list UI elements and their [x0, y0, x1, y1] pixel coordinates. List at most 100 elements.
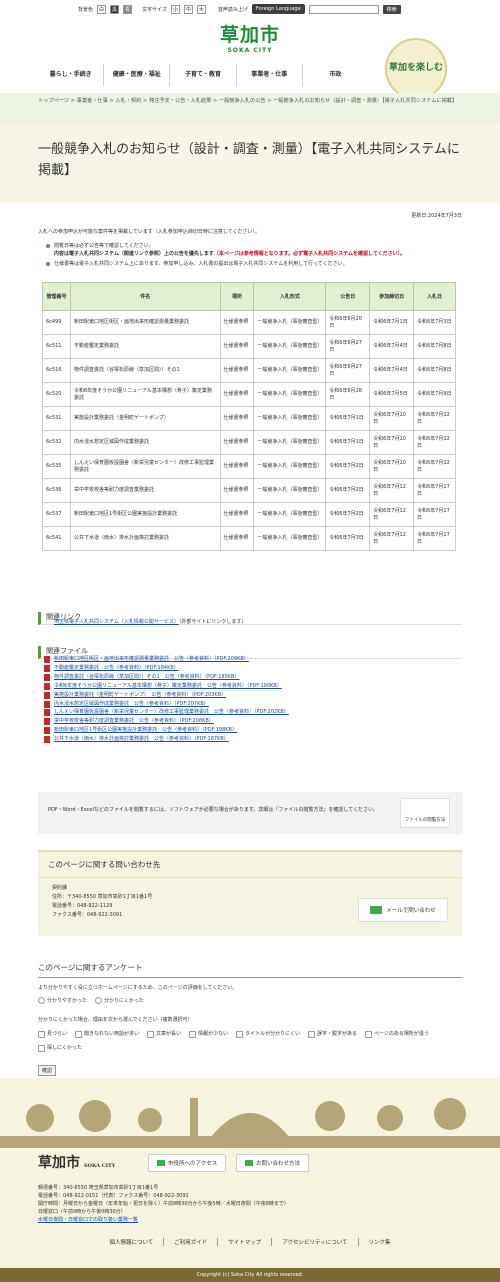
- table-cell: 令和6年7月12日: [369, 526, 415, 551]
- table-cell: 6c536: [42, 478, 71, 503]
- pdf-file-link[interactable]: 不動産鑑定業務委託 公告（参考資料）（PDF:184KB）: [54, 665, 179, 671]
- contact-heading: このページに関する問い合わせ先: [38, 852, 462, 878]
- reason-checkbox[interactable]: 誤字・脱字がある: [308, 1029, 357, 1040]
- site-logo[interactable]: 草加市 SOKA CITY: [200, 20, 300, 62]
- table-cell: 令和6年7月1日: [369, 310, 415, 335]
- table-row: 6c537 新田駅東口地区1号街区公園実施設計業務委託 仕様書参照 一般競争入札（事後…: [42, 502, 456, 527]
- inquiry-method-button[interactable]: お問い合わせ方法: [236, 1154, 310, 1172]
- table-cell: 令和6年7月8日: [413, 334, 456, 359]
- pdf-file-link[interactable]: 新田駅東口地区1号街区公園実施設計業務委託 公告（参考資料）（PDF:198KB…: [54, 727, 237, 733]
- footer-hours-link[interactable]: 水曜日夜間・日曜窓口での取り扱い業務一覧: [38, 1217, 138, 1223]
- table-row: 6c541 公共下水道（雨水）排水計画検討業務委託 仕様書参照 一般競争入札（事後審査…: [42, 526, 456, 551]
- pdf-file-link[interactable]: 物件調査委託（谷塚松原線（草加区間））その1 公告（参考資料）（PDF:185K…: [54, 674, 239, 680]
- note-item: 閲覧日等は必ず公告等で確認してください。 内容は電子入札共同システム（関連リンク参…: [46, 242, 456, 258]
- table-cell: 令和6年7月10日: [369, 454, 415, 479]
- table-cell: 仕様書参照: [219, 334, 255, 359]
- font-small-button[interactable]: 小: [170, 4, 180, 14]
- pdf-file-link[interactable]: 令和6年度そうか公園リニューアル基本構想（骨子）策定業務委託 公告（参考資料）（…: [54, 683, 282, 689]
- updated-date: 更新日:2024年7月3日: [411, 213, 462, 219]
- table-cell: 仕様書参照: [219, 406, 255, 431]
- bg-blue-button[interactable]: 青: [123, 4, 133, 14]
- table-cell: 一般競争入札（事後審査型）: [253, 358, 327, 383]
- font-medium-button[interactable]: 中: [183, 4, 193, 14]
- pdf-file-link[interactable]: 実施設計業務委託（金明町ゲートポンプ） 公告（参考資料）（PDF:203KB）: [54, 692, 226, 698]
- table-cell: 仕様書参照: [219, 478, 255, 503]
- logo-kanji: 草加市: [219, 24, 280, 46]
- related-links: 関連リンク 埼玉県電子入札共同システム（入札情報公開サービス）（外部サイトにリン…: [38, 612, 462, 626]
- pdf-file-link[interactable]: 栄中学校校舎等耐力度調査業務委託 公告（参考資料）（PDF:208KB）: [54, 718, 214, 724]
- table-cell: 令和6年6月27日: [325, 358, 371, 383]
- radio-clear[interactable]: 分かりやすかった: [38, 997, 87, 1004]
- gnav-item-kids[interactable]: 子育て・教育: [170, 64, 237, 86]
- table-cell: 一般競争入札（事後審査型）: [253, 454, 327, 479]
- gnav-item-city[interactable]: 市政: [303, 64, 368, 86]
- table-cell: 6c532: [42, 430, 71, 455]
- table-row: 6c511 不動産鑑定業務委託 仕様書参照 一般競争入札（事後審査型） 令和6年6月27…: [42, 334, 456, 359]
- table-cell: 仕様書参照: [219, 454, 255, 479]
- breadcrumb[interactable]: トップページ > 事業者・仕事 > 入札・契約 > 発注予定・公告・入札結果 >…: [0, 93, 500, 123]
- table-cell: 令和6年7月10日: [369, 406, 415, 431]
- table-cell: 実施設計業務委託（金明町ゲートポンプ）: [69, 406, 221, 431]
- file-viewer-button[interactable]: ファイルの閲覧方法: [400, 798, 450, 828]
- table-cell: 新田駅東口地区1号街区公園実施設計業務委託: [69, 502, 221, 527]
- reason-checkbox[interactable]: 探しにくかった: [38, 1043, 82, 1054]
- footer-nav-sitemap[interactable]: サイトマップ: [218, 1238, 273, 1246]
- reason-checkbox[interactable]: 見づらい: [38, 1029, 67, 1040]
- font-size-label: 文字サイズ: [142, 6, 167, 13]
- gnav-item-health[interactable]: 健康・医療・福祉: [104, 64, 171, 86]
- table-header-row: 管理番号 件名 場所 入札形式 公告日 参加締切日 入札日: [42, 282, 456, 311]
- tender-table: 管理番号 件名 場所 入札形式 公告日 参加締切日 入札日 6c499 新田駅東口地区街区・画…: [42, 282, 456, 551]
- foreign-language-button[interactable]: Foreign Language: [251, 4, 305, 14]
- table-cell: 一般競争入札（事後審査型）: [253, 502, 327, 527]
- table-cell: 仕様書参照: [219, 310, 255, 335]
- table-cell: 令和6年7月4日: [369, 334, 415, 359]
- bg-white-button[interactable]: 白: [97, 4, 107, 14]
- reason-checkbox[interactable]: 聞きなれない用語が多い: [75, 1029, 139, 1040]
- footer-nav-privacy[interactable]: 個人情報について: [99, 1238, 165, 1246]
- title-bar: 一般競争入札のお知らせ（設計・調査・測量）【電子入札共同システムに掲載】: [0, 123, 500, 203]
- search-button[interactable]: 検索: [382, 4, 401, 14]
- pdf-file-link[interactable]: 新田駅東口地区街区・画地出来形確認測量業務委託 公告（参考資料）（PDF:209…: [54, 656, 249, 662]
- table-cell: 6c511: [42, 334, 71, 359]
- search-input[interactable]: [308, 4, 379, 14]
- reason-checkbox[interactable]: 情報が少ない: [189, 1029, 228, 1040]
- reason-checkbox[interactable]: ページのある場所が違う: [365, 1029, 429, 1040]
- gnav-item-life[interactable]: 暮らし・手続き: [38, 64, 105, 86]
- survey-submit-button[interactable]: 確認: [38, 1065, 57, 1076]
- table-row: 6c516 物件調査委託（谷塚松原線（草加区間））その1 仕様書参照 一般競争入札（事…: [42, 358, 456, 383]
- survey-heading: このページに関するアンケート: [38, 962, 462, 978]
- table-cell: 令和6年7月3日: [413, 310, 456, 335]
- reason-checkbox[interactable]: 文章が長い: [147, 1029, 181, 1040]
- font-large-button[interactable]: 大: [196, 4, 206, 14]
- related-link[interactable]: 埼玉県電子入札共同システム（入札情報公開サービス）: [54, 619, 179, 625]
- table-cell: 令和6年7月12日: [413, 406, 456, 431]
- table-cell: 令和6年7月12日: [369, 478, 415, 503]
- bg-color-label: 背景色: [78, 6, 94, 13]
- mail-icon: [370, 906, 383, 914]
- footer-nav-links[interactable]: リンク集: [359, 1238, 401, 1246]
- table-cell: 一般競争入札（事後審査型）: [253, 382, 327, 407]
- pdf-file-link[interactable]: 公共下水道（雨水）排水計画検討業務委託 公告（参考資料）（PDF:187KB）: [54, 736, 229, 742]
- table-cell: 令和6年7月3日: [325, 526, 371, 551]
- page-title: 一般競争入札のお知らせ（設計・調査・測量）【電子入札共同システムに掲載】: [38, 142, 460, 178]
- bg-black-button[interactable]: 黒: [110, 4, 120, 14]
- table-cell: 6c541: [42, 526, 71, 551]
- mail-contact-button[interactable]: メールで問い合わせ: [358, 898, 448, 922]
- table-cell: 一般競争入札（事後審査型）: [253, 526, 327, 551]
- gnav-item-business[interactable]: 事業者・仕事: [237, 64, 303, 86]
- contact-box: このページに関する問い合わせ先 契約課 住所：〒340-8550 草加市高砂1丁…: [38, 850, 462, 936]
- footer-nav-accessibility[interactable]: アクセシビリティについて: [272, 1238, 359, 1246]
- radio-unclear[interactable]: 分かりにくかった: [95, 997, 144, 1004]
- related-files: 関連ファイル 新田駅東口地区街区・画地出来形確認測量業務委託 公告（参考資料）（…: [38, 646, 462, 744]
- pdf-file-link[interactable]: しんえい保育園仮設園舎（新栄児童センター）改修工事監理業務委託 公告（参考資料）…: [54, 709, 289, 715]
- table-cell: 令和6年7月1日: [325, 406, 371, 431]
- read-aloud-button[interactable]: 音声読み上げ: [218, 6, 248, 13]
- table-cell: 令和6年6月28日: [325, 382, 371, 407]
- pdf-file-link[interactable]: 内水浸水想定区域図作成業務委託 公告（参考資料）（PDF:207KB）: [54, 701, 209, 707]
- table-cell: 6c516: [42, 358, 71, 383]
- reason-checkbox[interactable]: タイトルが分かりにくい: [236, 1029, 300, 1040]
- footer-nav-guide[interactable]: ご利用ガイド: [164, 1238, 219, 1246]
- table-cell: 6c535: [42, 454, 71, 479]
- footer: 草加市 SOKA CITY 市役所へのアクセス お問い合わせ方法 郵便番号：340…: [0, 1148, 500, 1268]
- access-button[interactable]: 市役所へのアクセス: [148, 1154, 227, 1172]
